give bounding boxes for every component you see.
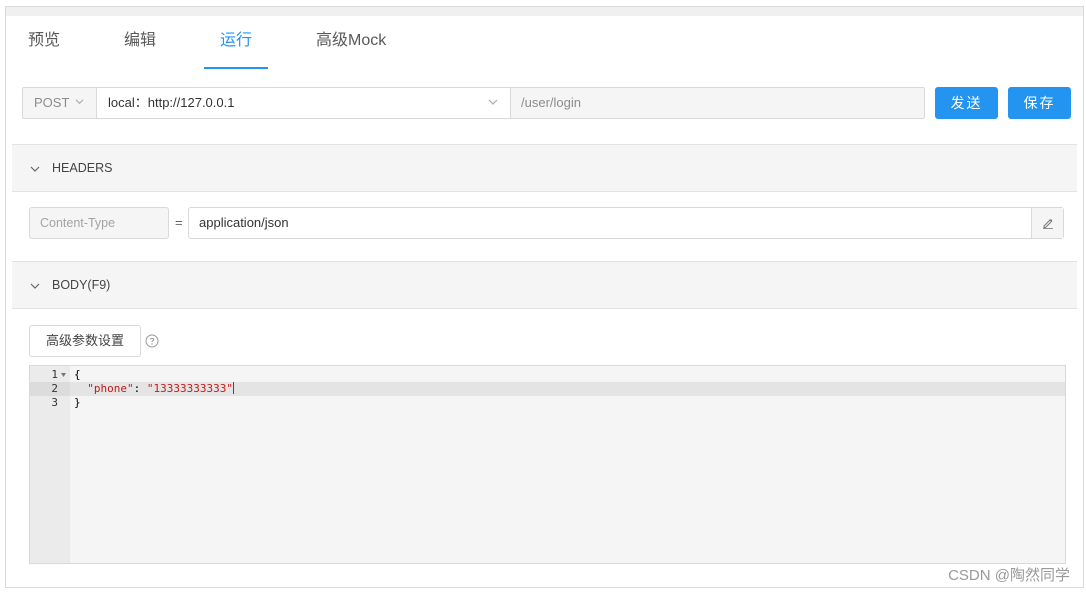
json-value: "13333333333"	[146, 382, 233, 395]
method-value: POST	[34, 95, 70, 110]
headers-panel-title: HEADERS	[52, 161, 113, 175]
body-panel-header[interactable]: BODY(F9)	[12, 261, 1077, 309]
question-circle-icon[interactable]	[145, 334, 159, 348]
json-key: "phone"	[87, 382, 134, 395]
code-text: "phone": "13333333333"	[74, 382, 234, 396]
code-line: 3 }	[30, 396, 1065, 410]
text-cursor	[232, 382, 234, 394]
environment-value: local：http://127.0.0.1	[108, 95, 235, 110]
code-text: }	[74, 396, 81, 409]
chevron-down-icon	[30, 166, 40, 172]
line-number: 3	[51, 396, 58, 409]
chevron-down-icon	[30, 283, 40, 289]
watermark: CSDN @陶然同学	[948, 567, 1070, 584]
code-text: {	[74, 368, 81, 381]
line-number: 2	[30, 382, 70, 396]
chevron-down-icon	[75, 99, 84, 105]
tab-edit[interactable]: 编辑	[108, 23, 172, 69]
header-key-input[interactable]: Content-Type	[29, 207, 169, 239]
request-bar: POST local：http://127.0.0.1 /user/login	[22, 87, 926, 119]
chevron-down-icon	[488, 99, 498, 105]
top-strip	[6, 7, 1083, 16]
header-value-input[interactable]: application/json	[188, 207, 1064, 239]
fold-arrow-icon[interactable]	[61, 373, 66, 377]
path-input[interactable]: /user/login	[510, 87, 925, 119]
code-line-active: 2 "phone": "13333333333"	[30, 382, 1065, 396]
save-button[interactable]: 保存	[1008, 87, 1071, 119]
json-separator: :	[133, 382, 147, 395]
environment-select[interactable]: local：http://127.0.0.1	[96, 87, 511, 119]
tab-run[interactable]: 运行	[204, 23, 269, 69]
header-value-text: application/json	[199, 215, 289, 230]
advanced-params-button[interactable]: 高级参数设置	[29, 325, 141, 357]
tab-advanced-mock[interactable]: 高级Mock	[300, 23, 402, 69]
tab-bar: 预览 编辑 运行 高级Mock	[6, 23, 1083, 71]
edit-button[interactable]	[1031, 208, 1063, 238]
method-select[interactable]: POST	[22, 87, 97, 119]
headers-panel-header[interactable]: HEADERS	[12, 144, 1077, 192]
body-panel-title: BODY(F9)	[52, 278, 111, 292]
tab-preview[interactable]: 预览	[12, 23, 76, 69]
send-button[interactable]: 发送	[935, 87, 998, 119]
json-body-editor[interactable]: 1 { 2 "phone": "13333333333" 3 }	[29, 365, 1066, 564]
code-line: 1 {	[30, 368, 1065, 382]
interface-frame: 预览 编辑 运行 高级Mock POST local：http://127.0.…	[5, 6, 1084, 588]
equals-sign: =	[175, 215, 183, 230]
pencil-icon	[1043, 219, 1053, 229]
